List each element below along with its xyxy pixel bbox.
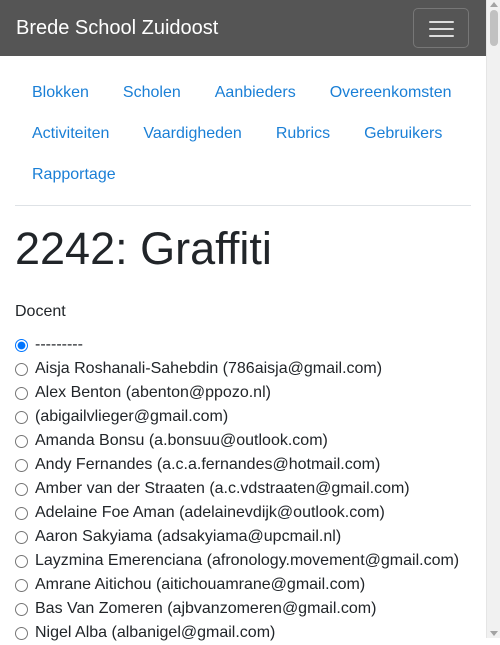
docent-option[interactable]: (abigailvlieger@gmail.com): [15, 405, 485, 429]
docent-option[interactable]: Andy Fernandes (a.c.a.fernandes@hotmail.…: [15, 453, 485, 477]
docent-radio[interactable]: [15, 506, 28, 520]
docent-option-label: Aaron Sakyiama (adsakyiama@upcmail.nl): [35, 528, 342, 545]
main-nav: Blokken Scholen Aanbieders Overeenkomsten Ac…: [15, 72, 471, 206]
docent-option-label: Nigel Alba (albanigel@gmail.com): [35, 624, 276, 641]
docent-option-label: Layzmina Emerenciana (afronology.movemen…: [35, 552, 460, 569]
docent-option[interactable]: Aaron Sakyiama (adsakyiama@upcmail.nl): [15, 525, 485, 549]
docent-radio[interactable]: [15, 602, 28, 616]
docent-option-label: Aisja Roshanali-Sahebdin (786aisja@gmail…: [35, 360, 383, 377]
docent-radio[interactable]: [15, 338, 28, 352]
nav-row: Rapportage: [15, 154, 471, 195]
docent-option[interactable]: Adelaine Foe Aman (adelainevdijk@outlook…: [15, 501, 485, 525]
page-scrollbar[interactable]: [486, 0, 500, 638]
docent-radio[interactable]: [15, 458, 28, 472]
docent-option[interactable]: Aisja Roshanali-Sahebdin (786aisja@gmail…: [15, 357, 485, 381]
top-navbar: Brede School Zuidoost: [0, 0, 486, 56]
docent-option-label: (abigailvlieger@gmail.com): [35, 408, 229, 425]
docent-radio[interactable]: [15, 362, 28, 376]
docent-radio[interactable]: [15, 578, 28, 592]
docent-option-label: Amanda Bonsu (a.bonsuu@outlook.com): [35, 432, 328, 449]
nav-link-blokken[interactable]: Blokken: [15, 72, 106, 113]
docent-radio[interactable]: [15, 530, 28, 544]
docent-option-label: Amber van der Straaten (a.c.vdstraaten@g…: [35, 480, 410, 497]
docent-option[interactable]: Layzmina Emerenciana (afronology.movemen…: [15, 549, 485, 573]
nav-link-scholen[interactable]: Scholen: [106, 72, 198, 113]
docent-label: Docent: [15, 303, 66, 320]
nav-link-aanbieders[interactable]: Aanbieders: [198, 72, 313, 113]
brand-title[interactable]: Brede School Zuidoost: [16, 0, 218, 56]
docent-option-label: ---------: [35, 336, 83, 353]
docent-option[interactable]: Alex Benton (abenton@ppozo.nl): [15, 381, 485, 405]
docent-option-label: Amrane Aitichou (aitichouamrane@gmail.co…: [35, 576, 366, 593]
docent-radio[interactable]: [15, 482, 28, 496]
docent-option-label: Bas Van Zomeren (ajbvanzomeren@gmail.com…: [35, 600, 377, 617]
docent-option-label: Andy Fernandes (a.c.a.fernandes@hotmail.…: [35, 456, 381, 473]
nav-link-rubrics[interactable]: Rubrics: [259, 113, 347, 154]
docent-option[interactable]: Amber van der Straaten (a.c.vdstraaten@g…: [15, 477, 485, 501]
nav-link-rapportage[interactable]: Rapportage: [15, 154, 133, 195]
scroll-down-arrow-icon[interactable]: [490, 631, 498, 636]
docent-radio[interactable]: [15, 386, 28, 400]
page-title: 2242: Graffiti: [15, 223, 272, 274]
docent-option-label: Alex Benton (abenton@ppozo.nl): [35, 384, 271, 401]
nav-link-overeenkomsten[interactable]: Overeenkomsten: [313, 72, 469, 113]
docent-option[interactable]: Nigel Alba (albanigel@gmail.com): [15, 621, 485, 645]
docent-radio[interactable]: [15, 434, 28, 448]
docent-radio-group: --------- Aisja Roshanali-Sahebdin (786ai…: [15, 333, 485, 645]
nav-row: Activiteiten Vaardigheden Rubrics Gebruiker…: [15, 113, 471, 154]
docent-option[interactable]: ---------: [15, 333, 485, 357]
docent-option[interactable]: Amrane Aitichou (aitichouamrane@gmail.co…: [15, 573, 485, 597]
docent-option[interactable]: Amanda Bonsu (a.bonsuu@outlook.com): [15, 429, 485, 453]
nav-link-activiteiten[interactable]: Activiteiten: [15, 113, 126, 154]
docent-radio[interactable]: [15, 554, 28, 568]
nav-link-gebruikers[interactable]: Gebruikers: [347, 113, 459, 154]
docent-radio[interactable]: [15, 410, 28, 424]
docent-option-label: Adelaine Foe Aman (adelainevdijk@outlook…: [35, 504, 385, 521]
navbar-toggle-button[interactable]: [413, 8, 469, 48]
nav-row: Blokken Scholen Aanbieders Overeenkomsten: [15, 72, 471, 113]
scrollbar-thumb[interactable]: [490, 10, 498, 46]
nav-link-vaardigheden[interactable]: Vaardigheden: [126, 113, 258, 154]
docent-option[interactable]: Bas Van Zomeren (ajbvanzomeren@gmail.com…: [15, 597, 485, 621]
scroll-up-arrow-icon[interactable]: [490, 2, 498, 7]
